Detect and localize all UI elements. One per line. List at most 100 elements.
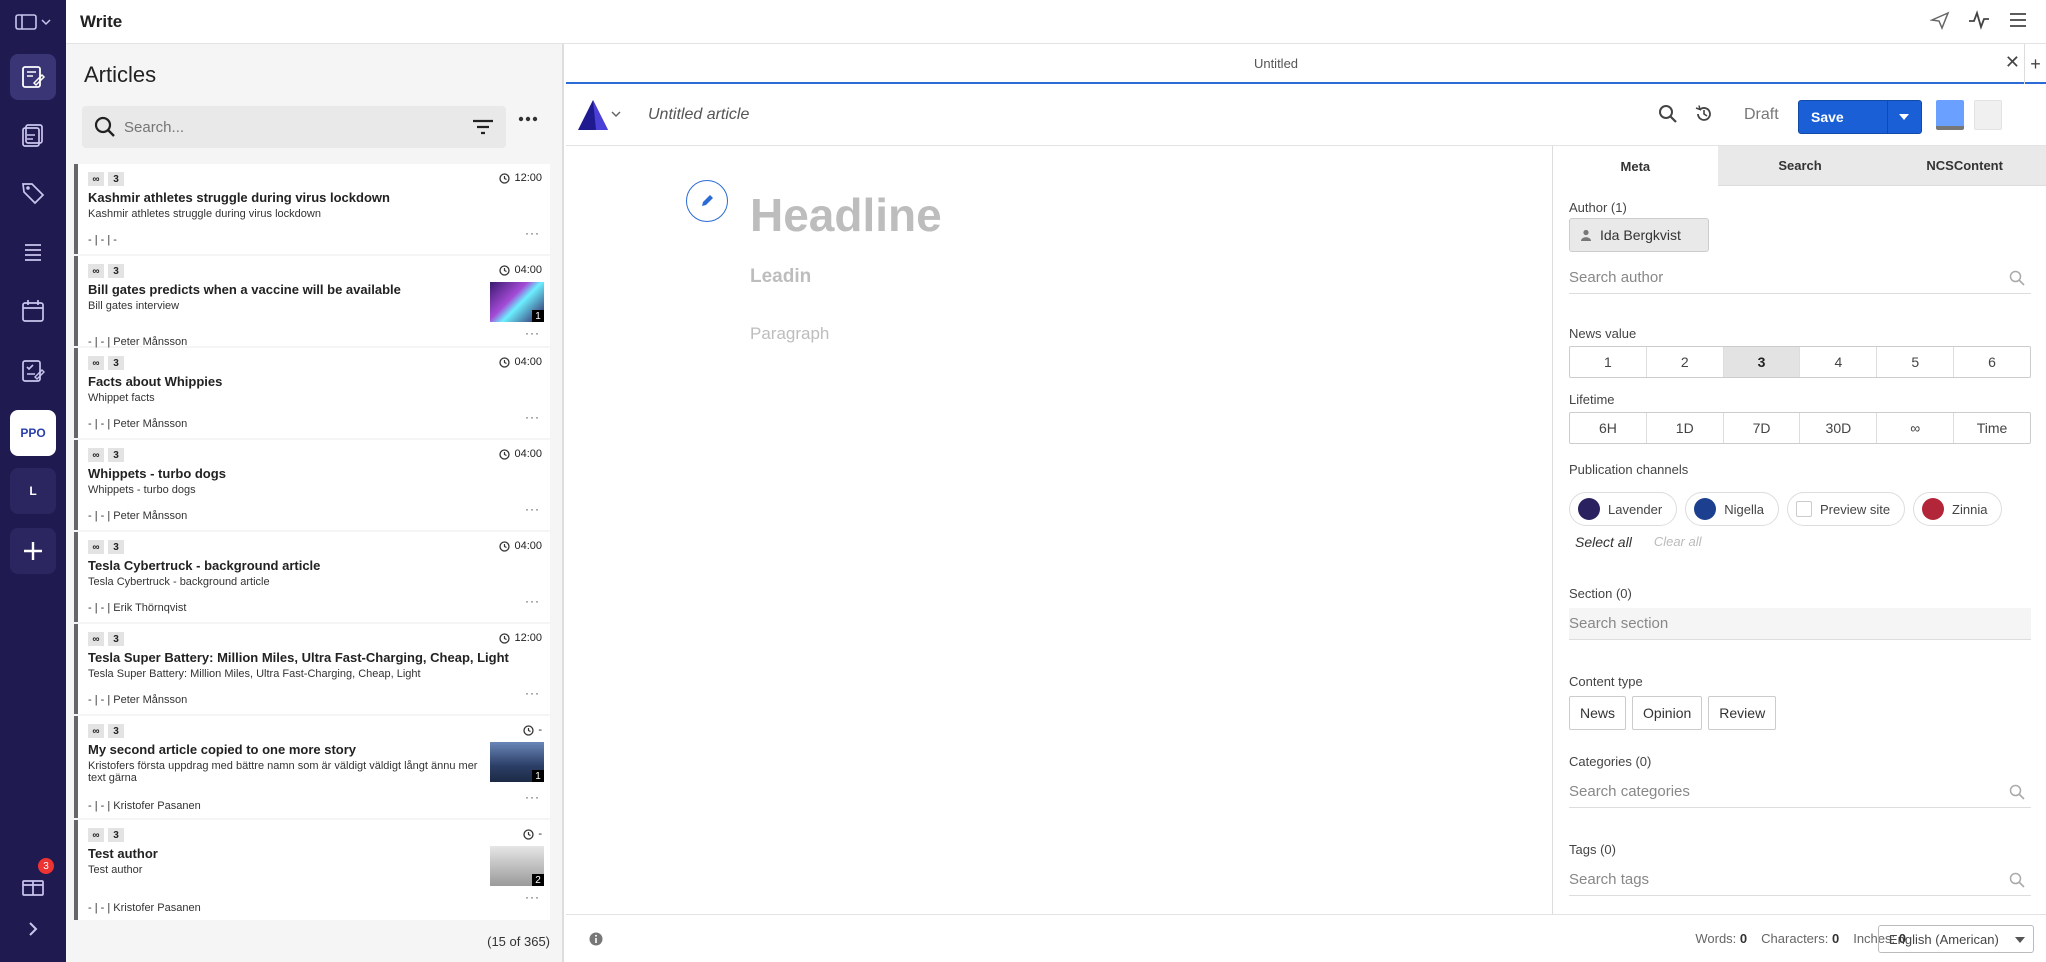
lifetime-tag: ∞ xyxy=(88,540,104,554)
news-value-tag: 3 xyxy=(108,540,124,554)
save-options-dropdown[interactable] xyxy=(1886,101,1921,133)
leadin-placeholder[interactable]: Leadin xyxy=(750,266,811,288)
document-tab[interactable]: Untitled xyxy=(1254,56,1298,71)
news-value-tag: 3 xyxy=(108,724,124,738)
tab-meta[interactable]: Meta xyxy=(1553,146,1718,186)
news-value-option[interactable]: 4 xyxy=(1800,347,1878,377)
rail-notifications-button[interactable]: 3 xyxy=(10,858,56,908)
lifetime-option[interactable]: 1D xyxy=(1647,413,1724,443)
layout-toggle-button[interactable] xyxy=(0,0,66,44)
rail-articles-button[interactable] xyxy=(10,112,56,158)
content-type-review-button[interactable]: Review xyxy=(1708,696,1777,730)
paragraph-placeholder[interactable]: Paragraph xyxy=(750,324,829,344)
rail-expand-button[interactable] xyxy=(10,906,56,952)
section-search-input[interactable]: Search section xyxy=(1569,608,2031,640)
lifetime-option[interactable]: 6H xyxy=(1570,413,1647,443)
search-icon[interactable] xyxy=(1658,104,1678,124)
lock-icon[interactable] xyxy=(1974,100,2002,130)
send-icon[interactable] xyxy=(1930,10,1950,30)
editor-canvas[interactable]: Headline Leadin Paragraph xyxy=(566,146,1552,914)
chars-label: Characters: xyxy=(1761,931,1829,946)
article-menu-icon[interactable]: ··· xyxy=(525,790,540,804)
select-all-link[interactable]: Select all xyxy=(1575,534,1632,550)
articles-search-box xyxy=(82,106,506,148)
article-card[interactable]: ∞ 3 - Test author Test author 2 - | - | K… xyxy=(74,820,550,920)
article-menu-icon[interactable]: ··· xyxy=(525,594,540,608)
info-icon[interactable] xyxy=(588,931,604,947)
content-type-opinion-button[interactable]: Opinion xyxy=(1632,696,1703,730)
article-menu-icon[interactable]: ··· xyxy=(525,890,540,904)
caret-down-icon xyxy=(1899,114,1910,120)
tab-ncscontent[interactable]: NCSContent xyxy=(1882,146,2046,186)
history-icon[interactable] xyxy=(1694,104,1714,124)
rail-tags-button[interactable] xyxy=(10,170,56,216)
filter-icon[interactable] xyxy=(472,118,494,136)
categories-search-input[interactable]: Search categories xyxy=(1569,776,2031,808)
rail-ppo-button[interactable]: PPO xyxy=(10,410,56,456)
rail-l-button[interactable]: L xyxy=(10,468,56,514)
article-card[interactable]: ∞ 3 12:00 Kashmir athletes struggle durin… xyxy=(74,164,550,254)
article-menu-icon[interactable]: ··· xyxy=(525,502,540,516)
brand-logo[interactable] xyxy=(578,100,622,135)
article-meta: - | - | Peter Månsson xyxy=(88,510,188,522)
tab-search[interactable]: Search xyxy=(1717,146,1883,186)
tags-search-input[interactable]: Search tags xyxy=(1569,864,2031,896)
planning-icon xyxy=(22,360,45,382)
article-card[interactable]: ∞ 3 04:00 Tesla Cybertruck - background a… xyxy=(74,532,550,622)
news-value-option[interactable]: 6 xyxy=(1954,347,2030,377)
channel-zinnia[interactable]: Zinnia xyxy=(1913,492,2003,526)
close-tab-icon[interactable]: ✕ xyxy=(2005,52,2020,73)
author-chip[interactable]: Ida Bergkvist xyxy=(1569,218,1709,252)
article-menu-icon[interactable]: ··· xyxy=(525,326,540,340)
article-card[interactable]: ∞ 3 04:00 Facts about Whippies Whippet fa… xyxy=(74,348,550,438)
hamburger-menu-icon[interactable] xyxy=(2008,10,2028,30)
save-button[interactable]: Save xyxy=(1798,100,1922,134)
articles-search-input[interactable] xyxy=(124,118,454,136)
activity-icon[interactable] xyxy=(1968,10,1990,30)
news-value-tag: 3 xyxy=(108,448,124,462)
article-meta: - | - | Erik Thörnqvist xyxy=(88,602,187,614)
channel-preview-site[interactable]: Preview site xyxy=(1786,492,1906,526)
lifetime-option[interactable]: 7D xyxy=(1724,413,1801,443)
content-type-news-button[interactable]: News xyxy=(1569,696,1627,730)
language-select[interactable]: English (American) xyxy=(1878,925,2034,953)
rail-lists-button[interactable] xyxy=(10,230,56,276)
rail-add-button[interactable] xyxy=(10,528,56,574)
news-value-option[interactable]: 1 xyxy=(1570,347,1647,377)
article-card[interactable]: ∞ 3 12:00 Tesla Super Battery: Million Mi… xyxy=(74,624,550,714)
channel-label: Lavender xyxy=(1608,501,1663,517)
article-menu-icon[interactable]: ··· xyxy=(525,686,540,700)
calendar-icon xyxy=(22,300,44,322)
lifetime-option[interactable]: ∞ xyxy=(1877,413,1955,443)
new-tab-icon[interactable]: + xyxy=(2024,44,2046,84)
document-title[interactable]: Untitled article xyxy=(648,106,749,124)
news-value-option-selected[interactable]: 3 xyxy=(1723,347,1801,377)
clear-all-link[interactable]: Clear all xyxy=(1654,534,1702,550)
channel-nigella[interactable]: Nigella xyxy=(1685,492,1779,526)
news-value-option[interactable]: 5 xyxy=(1877,347,1955,377)
rail-write-button[interactable] xyxy=(10,54,56,100)
rail-planning-button[interactable] xyxy=(10,348,56,394)
clock-icon xyxy=(499,632,511,644)
author-name: Ida Bergkvist xyxy=(1600,227,1681,243)
id-card-icon[interactable] xyxy=(1936,100,1964,130)
words-count: 0 xyxy=(1739,931,1748,946)
news-value-option[interactable]: 2 xyxy=(1647,347,1724,377)
article-card[interactable]: ∞ 3 - My second article copied to one mor… xyxy=(74,716,550,818)
article-card[interactable]: ∞ 3 04:00 Bill gates predicts when a vacc… xyxy=(74,256,550,348)
article-thumbnail: 1 xyxy=(490,282,544,322)
author-search-input[interactable]: Search author xyxy=(1569,262,2031,294)
lifetime-option[interactable]: Time xyxy=(1954,413,2030,443)
article-menu-icon[interactable]: ··· xyxy=(525,410,540,424)
headline-placeholder[interactable]: Headline xyxy=(750,188,942,242)
article-card[interactable]: ∞ 3 04:00 Whippets - turbo dogs Whippets … xyxy=(74,440,550,530)
channel-lavender[interactable]: Lavender xyxy=(1569,492,1678,526)
lifetime-option[interactable]: 30D xyxy=(1800,413,1878,443)
article-menu-icon[interactable]: ··· xyxy=(525,226,540,240)
article-title: Kashmir athletes struggle during virus l… xyxy=(88,190,390,205)
more-options-icon[interactable] xyxy=(518,116,538,122)
rail-calendar-button[interactable] xyxy=(10,288,56,334)
edit-pencil-button[interactable] xyxy=(686,180,728,222)
lifetime-tag: ∞ xyxy=(88,724,104,738)
clock-icon xyxy=(499,448,511,460)
